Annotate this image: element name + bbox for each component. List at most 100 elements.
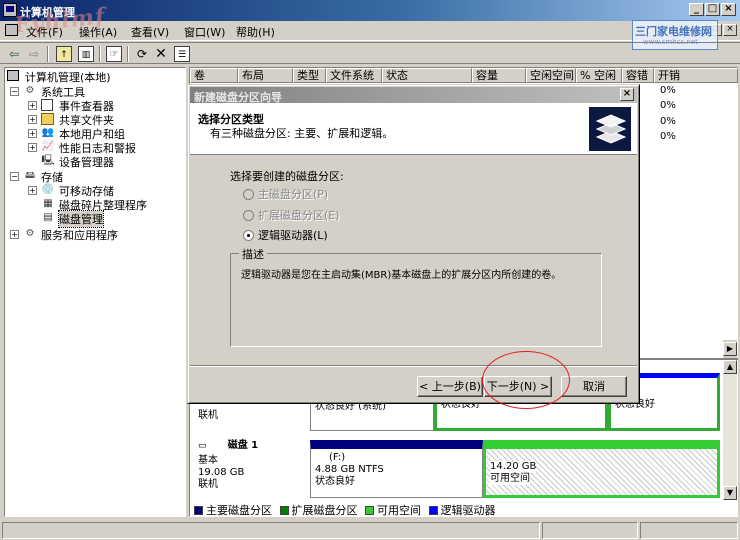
percent-cell: 0% <box>660 116 676 127</box>
device-manager-icon: 🖳 <box>41 155 55 166</box>
expand-toggle[interactable]: + <box>28 101 37 110</box>
disk1-partition-f[interactable]: (F:) 4.88 GB NTFS 状态良好 <box>310 440 483 498</box>
radio-label: 扩展磁盘分区(E) <box>258 209 340 222</box>
tree-item-root[interactable]: 计算机管理(本地) <box>25 69 111 85</box>
legend-swatch-logical <box>428 506 438 515</box>
back-arrow-icon[interactable]: ⇦ <box>6 46 22 62</box>
disk-stack-icon <box>589 107 631 151</box>
properties-icon[interactable]: ☞ <box>106 46 122 62</box>
column-header-layout[interactable]: 布局 <box>238 68 293 83</box>
radio-circle <box>243 230 254 241</box>
tree-item-services[interactable]: 服务和应用程序 <box>41 227 118 243</box>
delete-icon[interactable]: ✕ <box>153 46 169 62</box>
percent-cell: 0% <box>660 131 676 142</box>
description-group: 描述 逻辑驱动器是您在主启动集(MBR)基本磁盘上的扩展分区内所创建的卷。 <box>230 246 602 347</box>
column-header-fault-tolerance[interactable]: 容错 <box>622 68 654 83</box>
expand-toggle[interactable]: + <box>28 186 37 195</box>
defrag-icon: ▦ <box>43 198 53 209</box>
watermark-line1: 三门家电维修网 <box>635 25 712 38</box>
wizard-subheading: 有三种磁盘分区: 主要、扩展和逻辑。 <box>210 127 394 140</box>
status-panel <box>640 522 738 539</box>
column-header-capacity[interactable]: 容量 <box>472 68 526 83</box>
menu-action[interactable]: 操作(A) <box>79 24 117 40</box>
percent-cell: 0% <box>660 100 676 111</box>
expand-toggle[interactable]: + <box>10 230 19 239</box>
forward-arrow-icon[interactable]: ⇨ <box>26 46 42 62</box>
services-icon: ⚙ <box>25 228 35 239</box>
scroll-up-icon[interactable]: ▲ <box>723 360 737 374</box>
new-partition-wizard-dialog: 新建磁盘分区向导 × 选择分区类型 有三种磁盘分区: 主要、扩展和逻辑。 选择要… <box>187 84 640 404</box>
toolbar: ⇦ ⇨ ↑ ▥ ☞ ⟳ ✕ ☰ <box>0 42 740 64</box>
minimize-button[interactable]: _ <box>689 3 704 16</box>
column-header-type[interactable]: 类型 <box>293 68 326 83</box>
collapse-toggle[interactable]: − <box>10 87 19 96</box>
system-tools-icon: ⚙ <box>25 85 35 96</box>
column-header-overhead[interactable]: 开销 <box>654 68 738 83</box>
dialog-close-button[interactable]: × <box>620 88 634 101</box>
export-list-icon[interactable]: ☰ <box>174 46 190 62</box>
radio-logical-drive[interactable]: 逻辑驱动器(L) <box>243 227 328 243</box>
legend-logical: 逻辑驱动器 <box>440 504 496 517</box>
radio-extended-partition[interactable]: 扩展磁盘分区(E) <box>243 207 340 223</box>
highlight-circle-annotation <box>482 351 570 409</box>
collapse-toggle[interactable]: − <box>10 172 19 181</box>
disk1-type: 基本 <box>198 455 218 466</box>
legend-swatch-primary <box>194 506 203 515</box>
removable-storage-icon: 💿 <box>41 184 55 195</box>
console-tree: 计算机管理(本地) − ⚙ 系统工具 + 事件查看器 + 共享文件夹 + 👥 本… <box>4 67 186 517</box>
up-folder-icon[interactable]: ↑ <box>56 46 72 62</box>
shared-folder-icon <box>41 113 54 125</box>
disk-scrollbar[interactable]: ▲ ▼ <box>723 360 737 500</box>
performance-logs-icon: 📈 <box>41 141 55 152</box>
scroll-down-icon[interactable]: ▼ <box>723 486 737 500</box>
back-button[interactable]: < 上一步(B) <box>417 376 483 397</box>
column-header-filesystem[interactable]: 文件系统 <box>326 68 382 83</box>
show-hide-tree-icon[interactable]: ▥ <box>78 46 94 62</box>
system-menu-icon[interactable] <box>5 24 18 36</box>
partition-label: (F:) <box>329 452 346 463</box>
description-text: 逻辑驱动器是您在主启动集(MBR)基本磁盘上的扩展分区内所创建的卷。 <box>241 270 562 281</box>
dialog-title-bar[interactable]: 新建磁盘分区向导 × <box>190 87 637 104</box>
menu-file[interactable]: 文件(F) <box>26 24 63 40</box>
legend-extended: 扩展磁盘分区 <box>291 504 358 517</box>
column-header-percent-free[interactable]: % 空闲 <box>576 68 622 83</box>
disk-management-icon: ▤ <box>43 212 53 223</box>
radio-primary-partition[interactable]: 主磁盘分区(P) <box>243 186 328 202</box>
tree-item-device-manager[interactable]: 设备管理器 <box>59 154 114 170</box>
menu-bar: 文件(F) 操作(A) 查看(V) 窗口(W) 帮助(H) <box>0 21 740 41</box>
partition-status: 状态良好 <box>315 476 355 487</box>
window-title-bar[interactable]: 计算机管理 Fyhlmf _ □ × <box>0 0 740 39</box>
scroll-right-icon[interactable]: ▶ <box>723 342 737 356</box>
status-bar <box>0 520 740 540</box>
disk1-name: 磁盘 1 <box>227 440 259 451</box>
column-header-volume[interactable]: 卷 <box>190 68 238 83</box>
refresh-icon[interactable]: ⟳ <box>134 46 150 62</box>
wizard-header: 选择分区类型 有三种磁盘分区: 主要、扩展和逻辑。 <box>190 103 637 155</box>
maximize-button[interactable]: □ <box>705 3 720 16</box>
close-button[interactable]: × <box>721 3 736 16</box>
expand-toggle[interactable]: + <box>28 115 37 124</box>
expand-toggle[interactable]: + <box>28 143 37 152</box>
upper-scrollbar[interactable]: ▶ <box>723 340 737 358</box>
storage-icon: 🖴 <box>24 170 36 181</box>
cancel-button[interactable]: 取消 <box>561 376 627 397</box>
child-close-button[interactable]: × <box>723 24 737 36</box>
radio-label: 主磁盘分区(P) <box>258 188 329 201</box>
legend: 主要磁盘分区 扩展磁盘分区 可用空间 逻辑驱动器 <box>194 502 496 518</box>
disk0-state: 联机 <box>198 410 218 421</box>
percent-cell: 0% <box>660 85 676 96</box>
column-header-status[interactable]: 状态 <box>382 68 472 83</box>
event-viewer-icon <box>41 99 53 111</box>
menu-help[interactable]: 帮助(H) <box>236 24 275 40</box>
legend-primary: 主要磁盘分区 <box>206 504 272 517</box>
status-panel <box>2 522 540 539</box>
disk-icon: ▭ <box>198 441 207 451</box>
column-header-free-space[interactable]: 空闲空间 <box>526 68 576 83</box>
radio-label: 逻辑驱动器(L) <box>258 229 328 242</box>
menu-window[interactable]: 窗口(W) <box>184 24 225 40</box>
disk1-label: ▭ 磁盘 1 <box>198 440 258 452</box>
menu-view[interactable]: 查看(V) <box>131 24 169 40</box>
disk1-free-space[interactable]: 14.20 GB 可用空间 <box>483 440 720 498</box>
expand-toggle[interactable]: + <box>28 129 37 138</box>
tree-item-disk-mgmt[interactable]: 磁盘管理 <box>58 210 104 228</box>
